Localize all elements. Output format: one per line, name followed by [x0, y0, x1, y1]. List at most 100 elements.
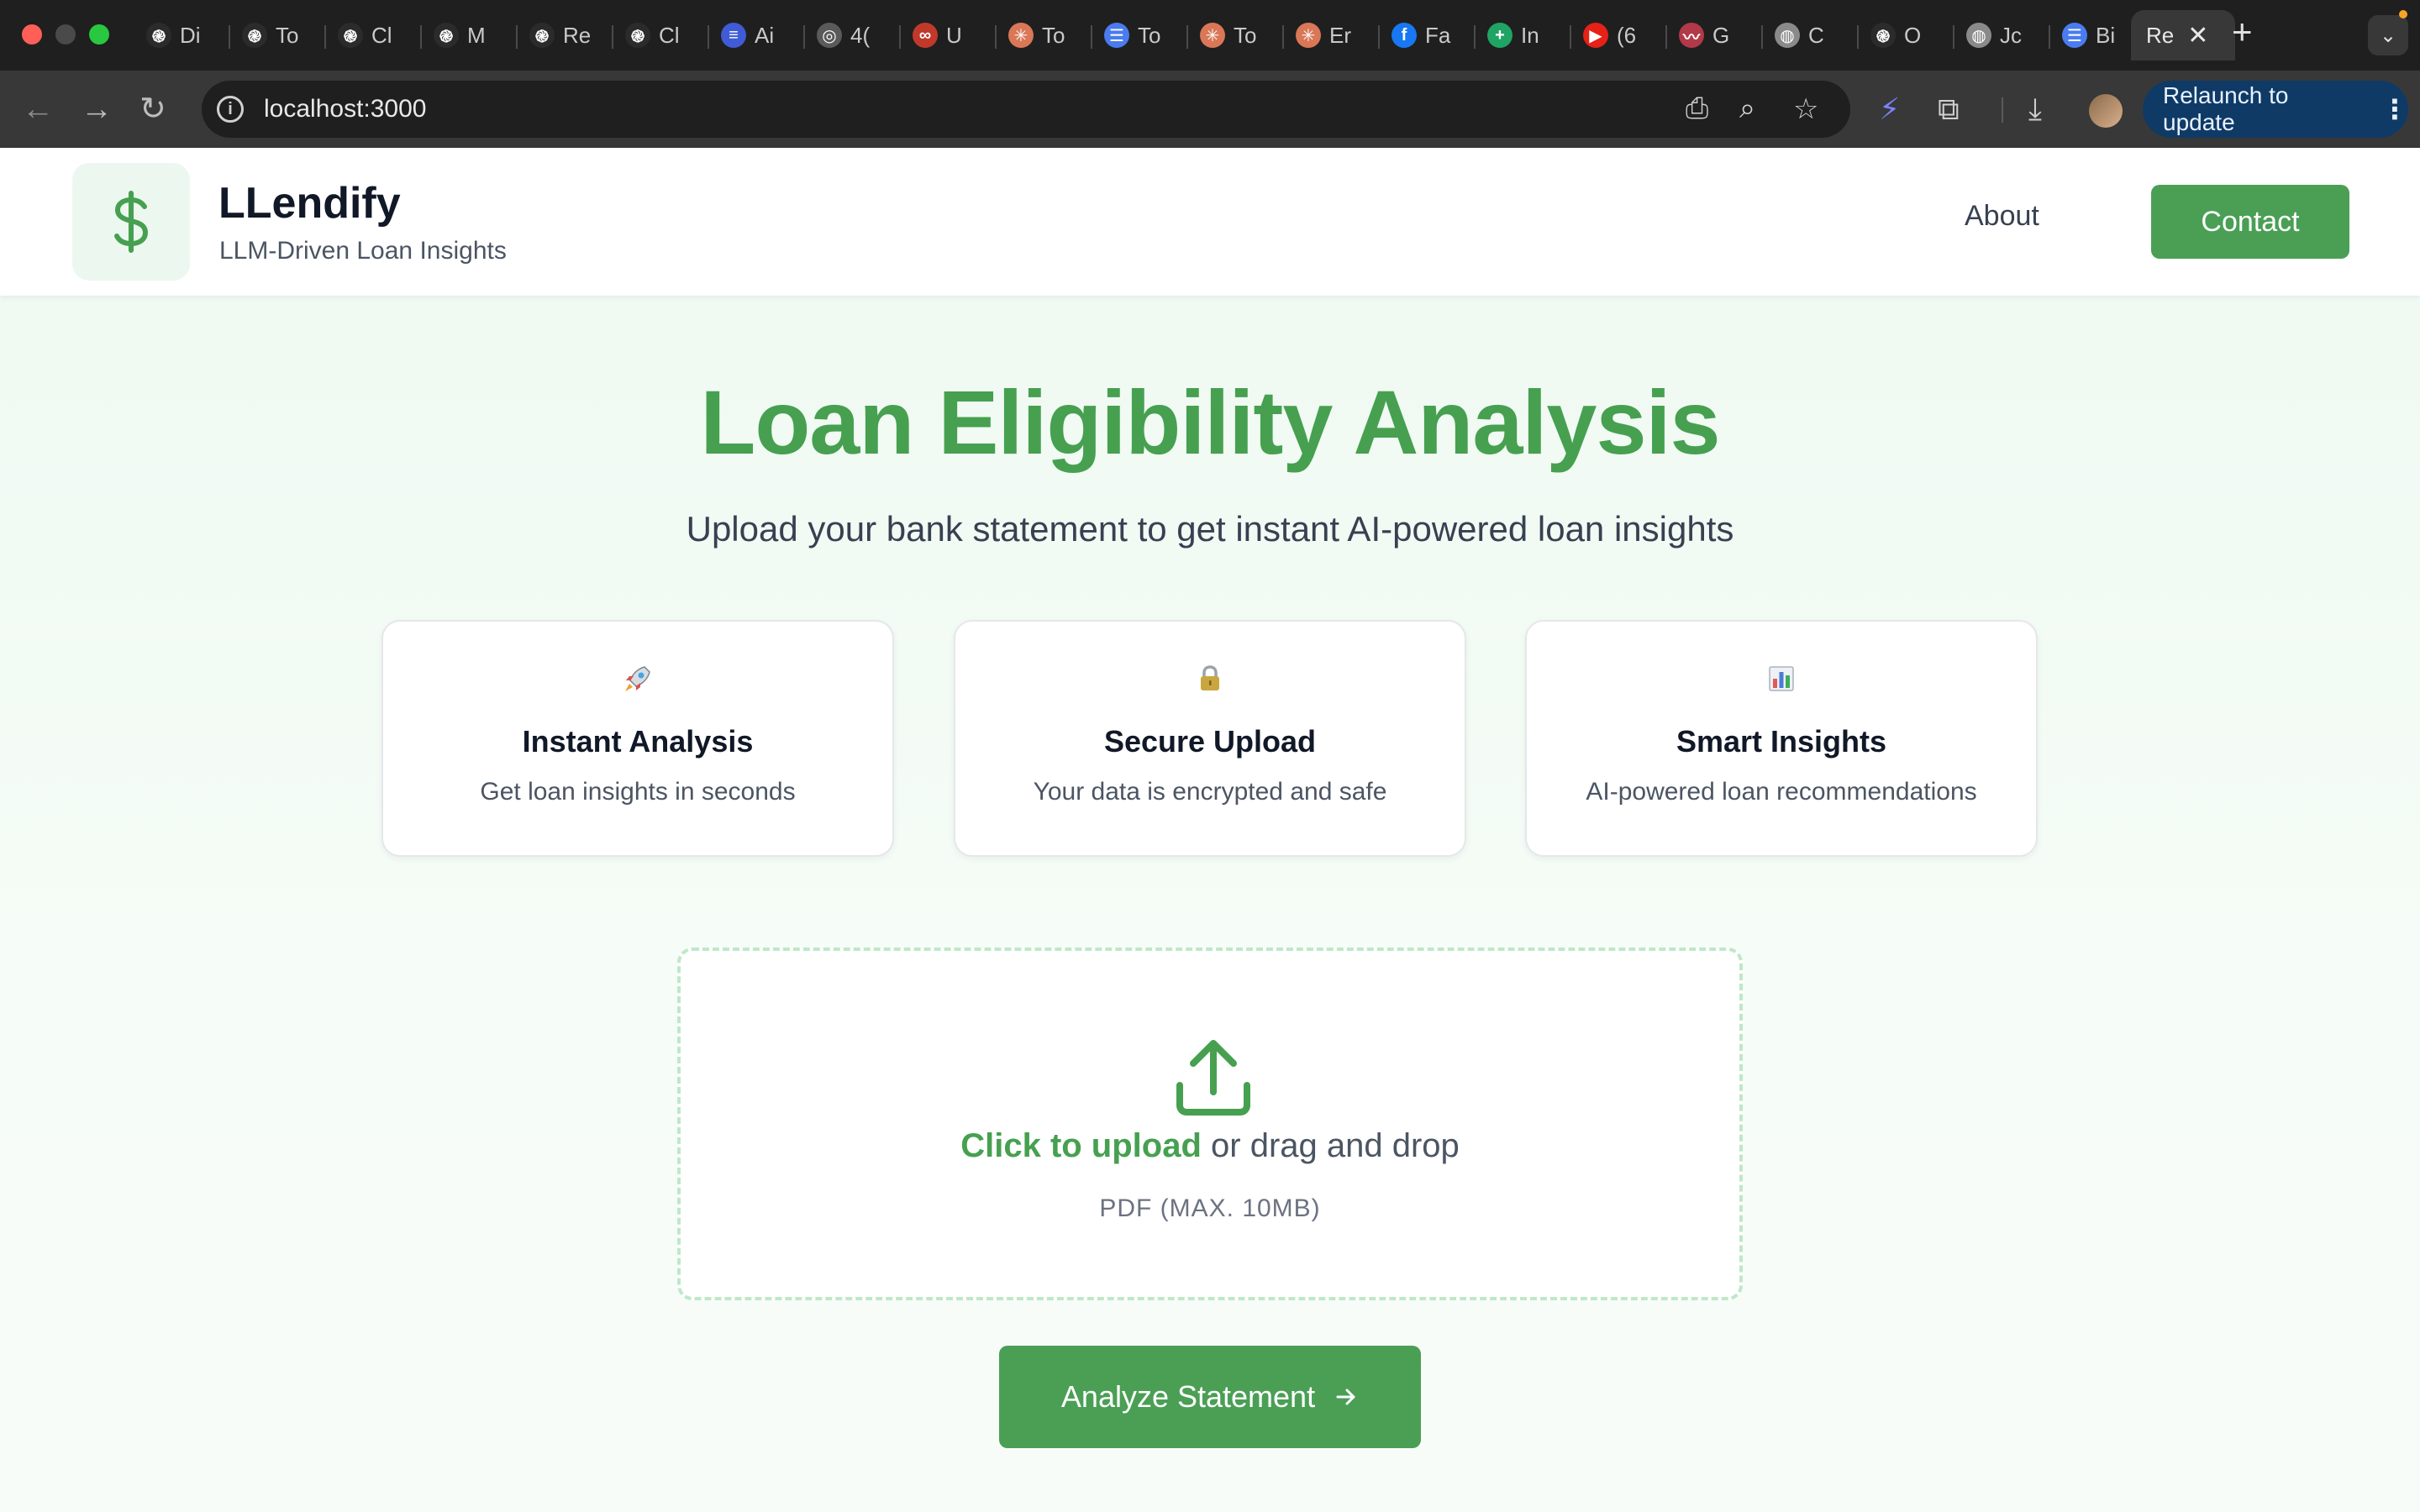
- browser-tab[interactable]: ∞ U: [901, 10, 997, 60]
- browser-tab[interactable]: ֎ Cl: [613, 10, 709, 60]
- dropzone-instructions: Click to upload or drag and drop: [681, 1127, 1739, 1165]
- tab-label: To: [1138, 22, 1161, 48]
- feature-title: Secure Upload: [1103, 724, 1317, 759]
- logo[interactable]: [72, 163, 190, 281]
- tab-label: Re: [2146, 22, 2175, 48]
- youtube-icon: ▶: [1583, 23, 1608, 48]
- reload-button[interactable]: ↻: [139, 89, 166, 129]
- address-bar[interactable]: i localhost:3000 ⎙ ⌕ ☆: [202, 81, 1850, 138]
- browser-tab[interactable]: ≡ Ai: [709, 10, 805, 60]
- chart-icon: 〰: [1679, 23, 1704, 48]
- url-text[interactable]: localhost:3000: [264, 95, 426, 123]
- relaunch-update-button[interactable]: Relaunch to update ⋮: [2143, 81, 2408, 138]
- browser-tab[interactable]: ✳ To: [997, 10, 1092, 60]
- globe-icon: ◍: [1966, 23, 1991, 48]
- profile-avatar[interactable]: [2089, 94, 2123, 128]
- browser-toolbar: ← → ↻ i localhost:3000 ⎙ ⌕ ☆ ⚡ ⧉ ⤓ Relau…: [0, 71, 2420, 148]
- update-dot-icon: [2399, 10, 2407, 18]
- close-tab-icon[interactable]: ✕: [2187, 21, 2208, 50]
- openai-icon: ֎: [625, 23, 650, 48]
- openai-icon: ֎: [146, 23, 171, 48]
- lightning-extension-icon[interactable]: ⚡: [1879, 89, 1900, 129]
- tab-label: Cl: [371, 22, 392, 48]
- openai-icon: ֎: [434, 23, 459, 48]
- browser-tab[interactable]: ֎ Cl: [326, 10, 422, 60]
- bar-chart-icon: [1527, 662, 2036, 696]
- tab-label: C: [1808, 22, 1824, 48]
- feature-description: Your data is encrypted and safe: [1033, 778, 1387, 806]
- analyze-statement-button[interactable]: Analyze Statement: [999, 1346, 1421, 1448]
- drag-drop-text: or drag and drop: [1201, 1127, 1460, 1164]
- downloads-icon[interactable]: ⤓: [2028, 89, 2042, 129]
- tab-label: To: [1042, 22, 1065, 48]
- browser-tab[interactable]: ◎ 4(: [805, 10, 901, 60]
- toolbar-divider: [2002, 97, 2003, 123]
- back-button[interactable]: ←: [22, 89, 54, 129]
- tab-label: To: [276, 22, 299, 48]
- file-type-hint: PDF (MAX. 10MB): [1099, 1194, 1321, 1222]
- window-close-button[interactable]: [22, 24, 42, 45]
- browser-tab[interactable]: ◍ Jc: [1954, 10, 2050, 60]
- brand-tagline: LLM-Driven Loan Insights: [219, 237, 507, 265]
- tab-label: Bi: [2096, 22, 2116, 48]
- tab-label: U: [946, 22, 962, 48]
- more-menu-icon[interactable]: ⋮: [2381, 93, 2408, 125]
- sparkle-icon: ✳: [1200, 23, 1225, 48]
- new-tab-button[interactable]: +: [2232, 12, 2253, 52]
- install-app-icon[interactable]: ⎙: [1686, 92, 1708, 125]
- tab-label: Er: [1329, 22, 1351, 48]
- browser-tab[interactable]: f Fa: [1380, 10, 1476, 60]
- tab-label: O: [1904, 22, 1922, 48]
- browser-tab[interactable]: ֎ Di: [134, 10, 230, 60]
- tab-list: ֎ Di ֎ To ֎ Cl ֎ M ֎ Re ֎ Cl ≡ Ai ◎ 4(∞ U ✳ To ☰ To ✳ To ✳ Er f Fa…: [134, 10, 2146, 60]
- openai-icon: ֎: [338, 23, 363, 48]
- tab-label: 4(: [850, 22, 871, 48]
- tab-active[interactable]: Re ✕: [2131, 10, 2235, 60]
- file-dropzone[interactable]: Click to upload or drag and drop PDF (MA…: [677, 948, 1743, 1300]
- contact-button[interactable]: Contact: [2151, 185, 2349, 259]
- list-icon: ≡: [721, 23, 746, 48]
- site-info-icon[interactable]: i: [217, 96, 244, 123]
- lock-icon: [955, 662, 1465, 696]
- feature-title: Smart Insights: [1676, 724, 1887, 759]
- brand-name[interactable]: LLendify: [218, 178, 401, 228]
- browser-tab[interactable]: ֎ M: [422, 10, 518, 60]
- forward-button[interactable]: →: [81, 89, 113, 129]
- browser-tab[interactable]: ▶ (6: [1571, 10, 1667, 60]
- tab-label: Re: [563, 22, 592, 48]
- browser-tab[interactable]: ✳ To: [1188, 10, 1284, 60]
- page-content: LLendify LLM-Driven Loan Insights About …: [0, 148, 2420, 1512]
- tab-label: Di: [180, 22, 201, 48]
- app-header: LLendify LLM-Driven Loan Insights About …: [0, 148, 2420, 296]
- tab-search-button[interactable]: ⌄: [2368, 15, 2408, 55]
- dollar-icon: [114, 191, 149, 253]
- tab-label: Fa: [1425, 22, 1451, 48]
- browser-tab[interactable]: ֎ Re: [518, 10, 613, 60]
- extensions-puzzle-icon[interactable]: ⧉: [1938, 89, 1960, 129]
- browser-tab-strip: ֎ Di ֎ To ֎ Cl ֎ M ֎ Re ֎ Cl ≡ Ai ◎ 4(∞ U ✳ To ☰ To ✳ To ✳ Er f Fa…: [0, 0, 2420, 71]
- nav-about-link[interactable]: About: [1965, 200, 2039, 233]
- tab-label: To: [1234, 22, 1257, 48]
- zoom-icon[interactable]: ⌕: [1739, 92, 1755, 125]
- facebook-icon: f: [1392, 23, 1417, 48]
- browser-tab[interactable]: ◍ C: [1763, 10, 1859, 60]
- feature-card-instant-analysis: Instant Analysis Get loan insights in se…: [381, 620, 894, 857]
- docs-icon: ☰: [1104, 23, 1129, 48]
- tab-label: G: [1712, 22, 1730, 48]
- window-minimize-button[interactable]: [55, 24, 76, 45]
- sparkle-icon: ✳: [1296, 23, 1321, 48]
- click-to-upload-link[interactable]: Click to upload: [960, 1127, 1202, 1164]
- analyze-label: Analyze Statement: [1060, 1379, 1316, 1414]
- page-subtitle: Upload your bank statement to get instan…: [686, 509, 1734, 549]
- sparkle-icon: ✳: [1008, 23, 1034, 48]
- browser-tab[interactable]: + In: [1476, 10, 1571, 60]
- window-zoom-button[interactable]: [89, 24, 109, 45]
- tab-label: (6: [1617, 22, 1637, 48]
- browser-tab[interactable]: ֎ O: [1859, 10, 1954, 60]
- globe-icon: ◍: [1775, 23, 1800, 48]
- browser-tab[interactable]: 〰 G: [1667, 10, 1763, 60]
- browser-tab[interactable]: ֎ To: [230, 10, 326, 60]
- browser-tab[interactable]: ☰ To: [1092, 10, 1188, 60]
- browser-tab[interactable]: ✳ Er: [1284, 10, 1380, 60]
- bookmark-star-icon[interactable]: ☆: [1793, 92, 1818, 126]
